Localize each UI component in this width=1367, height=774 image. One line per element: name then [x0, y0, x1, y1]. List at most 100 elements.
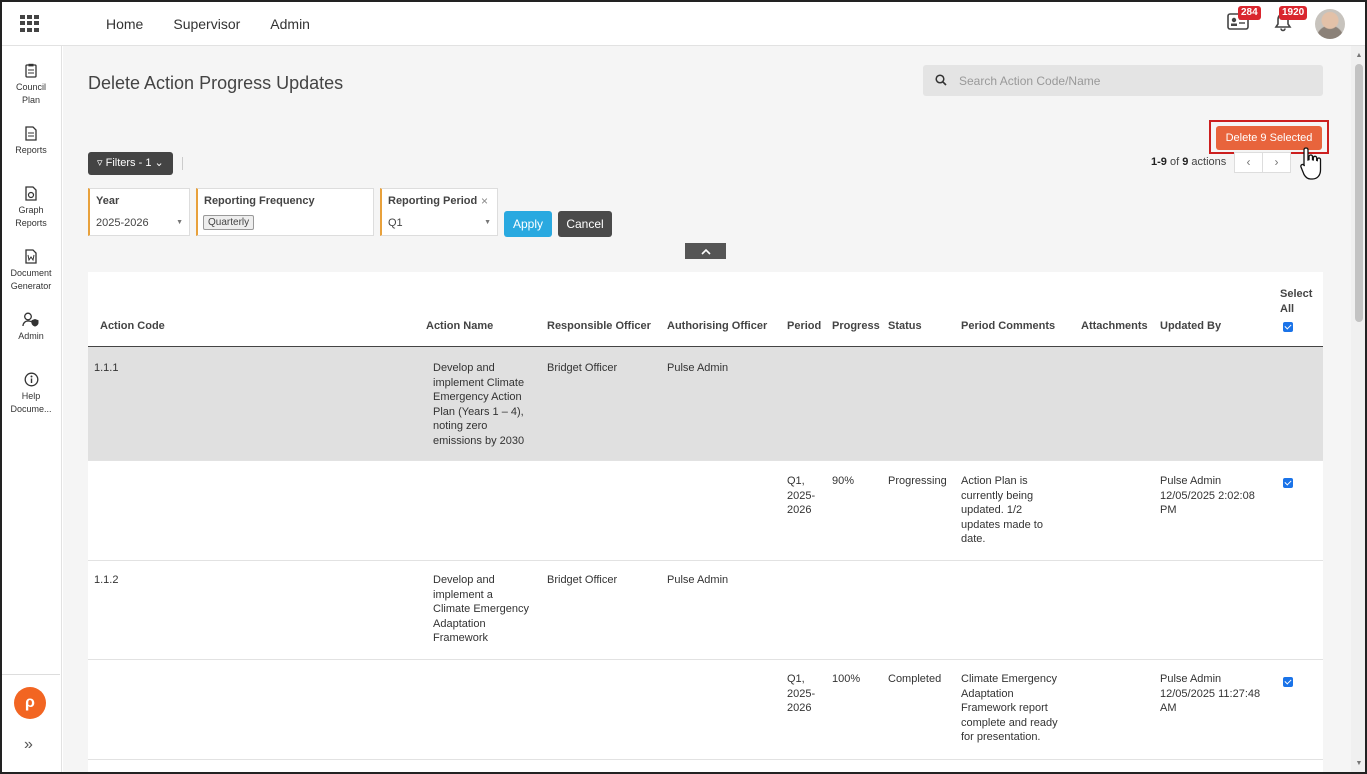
comment-line: Action Plan is	[961, 475, 1028, 487]
table-row[interactable]: 1.1.1 Develop and implement Climate Emer…	[88, 347, 1323, 461]
paging-suffix: actions	[1191, 156, 1227, 168]
scroll-thumb[interactable]	[1355, 64, 1363, 322]
col-progress[interactable]: Progress	[832, 320, 880, 332]
scroll-down-icon[interactable]: ▼	[1355, 760, 1363, 767]
year-filter[interactable]: Year 2025-2026 ▼	[88, 188, 190, 236]
action-name-line: Framework	[433, 632, 489, 644]
action-name-line: noting zero	[433, 420, 488, 432]
sidebar-label: Help	[21, 391, 41, 401]
frequency-filter-label: Reporting Frequency	[204, 195, 315, 207]
sidebar-label: Council	[15, 82, 46, 92]
col-select-all: Select	[1280, 288, 1313, 300]
filter-icon: ▿	[97, 157, 103, 169]
notifications-badge: 1920	[1279, 6, 1308, 20]
sidebar-item-reports[interactable]: Reports	[0, 126, 62, 157]
sidebar-item-help-documents[interactable]: Help Docume...	[0, 372, 62, 416]
updated-by: Pulse Admin 12/05/2025 2:02:08 PM	[1160, 474, 1255, 518]
main-nav: Home Supervisor Admin	[106, 16, 310, 32]
action-name-line: Develop and	[433, 574, 495, 586]
filters-button[interactable]: ▿ Filters - 1 ⌄	[88, 152, 173, 175]
nav-home[interactable]: Home	[106, 16, 143, 32]
table-row[interactable]: Q1, 2025- 2026 100% Completed Climate Em…	[88, 660, 1323, 760]
sidebar-item-admin[interactable]: Admin	[0, 312, 62, 343]
next-page-button[interactable]: ›	[1262, 152, 1291, 173]
col-status[interactable]: Status	[888, 320, 922, 332]
top-bar: Home Supervisor Admin 284 1920	[0, 0, 1367, 46]
sidebar-item-document-generator[interactable]: Document Generator	[0, 249, 62, 293]
comment-line: updated. 1/2	[961, 504, 1023, 516]
table-row[interactable]: 1.1.2 Develop and implement a Climate Em…	[88, 561, 1323, 660]
sidebar-divider	[2, 674, 60, 675]
paging-of: of	[1169, 156, 1180, 168]
action-name-line: Adaptation	[433, 617, 486, 630]
reporting-frequency-filter[interactable]: Reporting Frequency Quarterly	[196, 188, 374, 236]
clear-filter-icon[interactable]: ×	[481, 194, 488, 208]
col-period[interactable]: Period	[787, 320, 821, 332]
apply-button[interactable]: Apply	[504, 211, 552, 237]
paging-summary: 1-9 of 9 actions	[1151, 156, 1226, 168]
app-launcher-icon[interactable]	[20, 15, 39, 32]
sidebar-item-graph-reports[interactable]: Graph Reports	[0, 186, 62, 230]
expand-sidebar-icon[interactable]: »	[24, 736, 33, 754]
col-authorising-officer[interactable]: Authorising Officer	[667, 320, 767, 332]
period-filter-label: Reporting Period	[388, 195, 478, 207]
action-name-line: Plan (Years 1 – 4),	[433, 405, 524, 418]
period-line: 2026	[787, 702, 812, 714]
collapse-filters-button[interactable]	[685, 243, 726, 259]
sidebar-label: Plan	[21, 95, 40, 105]
col-action-name[interactable]: Action Name	[426, 320, 493, 332]
word-document-icon	[25, 249, 37, 264]
action-name-line: implement a	[433, 588, 493, 601]
search-placeholder: Search Action Code/Name	[959, 74, 1101, 88]
comment-line: Framework report	[961, 702, 1048, 714]
action-name: Develop and implement a Climate Emergenc…	[433, 573, 529, 646]
row-checkbox[interactable]	[1283, 677, 1293, 687]
reporting-period-filter[interactable]: Reporting Period × Q1 ▼	[380, 188, 498, 236]
period-line: 2026	[787, 504, 812, 516]
user-avatar[interactable]	[1315, 9, 1345, 39]
updated-by-line: Pulse Admin	[1160, 673, 1222, 685]
updated-by: Pulse Admin 12/05/2025 11:27:48 AM	[1160, 672, 1260, 716]
pulse-logo[interactable]: ρ	[14, 687, 46, 719]
action-name-line: Climate Emergency	[433, 603, 529, 615]
nav-supervisor[interactable]: Supervisor	[173, 16, 240, 32]
comment-line: date.	[961, 533, 986, 545]
updated-by-line: PM	[1160, 504, 1177, 516]
select-all-checkbox[interactable]	[1283, 322, 1293, 332]
period: Q1, 2025- 2026	[787, 672, 815, 716]
filters-label: Filters - 1	[105, 157, 152, 169]
sidebar-item-council-plan[interactable]: Council Plan	[0, 63, 62, 107]
messages-badge: 284	[1238, 6, 1261, 20]
col-action-code[interactable]: Action Code	[100, 320, 165, 332]
scroll-up-icon[interactable]: ▲	[1355, 52, 1363, 59]
user-shield-icon	[22, 312, 39, 327]
scrollbar[interactable]: ▲ ▼	[1351, 46, 1367, 774]
table-row[interactable]: Q1, 2025- 2026 90% Progressing Action Pl…	[88, 461, 1323, 561]
sidebar-label: Docume...	[10, 404, 52, 414]
comment-line: complete and ready	[961, 716, 1058, 729]
graph-document-icon	[25, 186, 37, 201]
action-name-line: Develop and	[433, 362, 495, 374]
comment-line: Climate Emergency	[961, 673, 1057, 685]
prev-page-button[interactable]: ‹	[1234, 152, 1263, 173]
hand-cursor-icon	[1300, 147, 1322, 180]
sidebar-label: Document	[10, 268, 52, 278]
cancel-button[interactable]: Cancel	[558, 211, 612, 237]
nav-admin[interactable]: Admin	[270, 16, 310, 32]
messages-button[interactable]: 284	[1227, 6, 1261, 34]
col-updated-by[interactable]: Updated By	[1160, 320, 1221, 332]
col-responsible-officer[interactable]: Responsible Officer	[547, 320, 651, 332]
frequency-chip[interactable]: Quarterly	[203, 215, 255, 230]
notifications-button[interactable]: 1920	[1273, 6, 1308, 34]
action-name-line: emissions by 2030	[433, 434, 525, 447]
sidebar-label: Reports	[15, 218, 47, 228]
row-checkbox[interactable]	[1283, 478, 1293, 488]
col-attachments[interactable]: Attachments	[1081, 320, 1148, 332]
search-input[interactable]: Search Action Code/Name	[923, 65, 1323, 96]
period: Q1, 2025- 2026	[787, 474, 815, 518]
period-comments: Action Plan is currently being updated. …	[961, 474, 1043, 547]
chevron-down-icon: ⌄	[154, 157, 164, 169]
authorising-officer: Pulse Admin	[667, 362, 729, 374]
document-icon	[25, 126, 37, 141]
col-period-comments[interactable]: Period Comments	[961, 320, 1055, 332]
